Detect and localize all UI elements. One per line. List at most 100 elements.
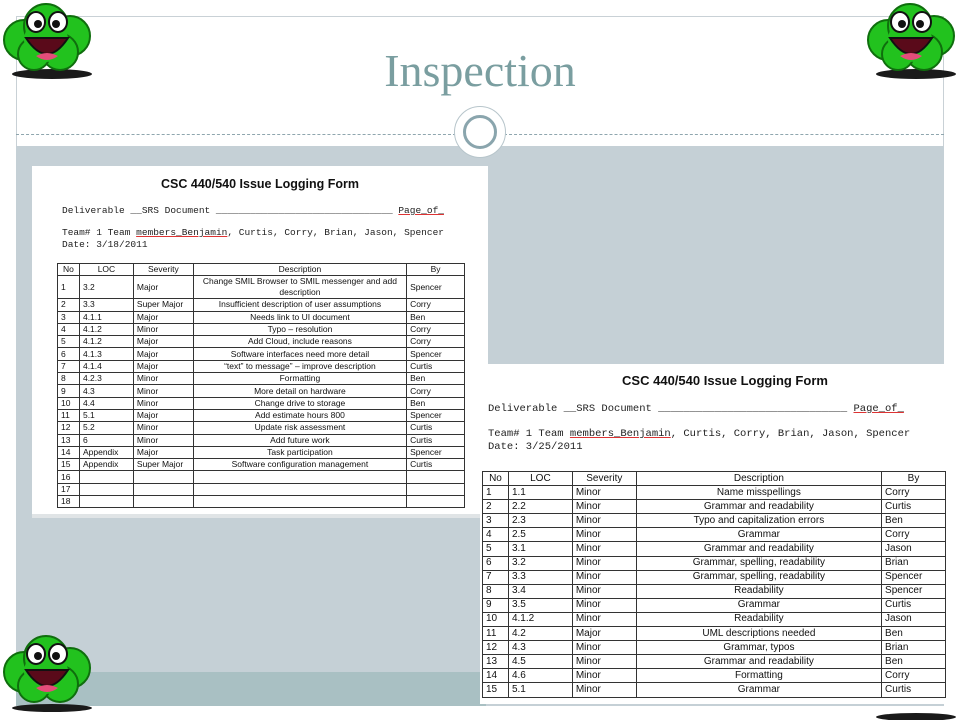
table-cell — [78, 482, 134, 497]
table-cell: Ben — [406, 396, 465, 410]
table-cell: 8 — [482, 583, 509, 599]
table-cell — [192, 495, 408, 509]
table-cell: Corry — [881, 527, 946, 543]
table-cell: Corry — [881, 485, 946, 501]
table-row: 10 4.1.2 Minor Readability Jason — [482, 611, 946, 628]
table-cell: Minor — [571, 597, 637, 613]
page-of-label: Page_of_ — [853, 403, 904, 415]
table-row: 8 3.4 Minor Readability Spencer — [482, 583, 946, 599]
table-cell: Jason — [881, 611, 946, 628]
table-cell: Curtis — [881, 499, 946, 515]
table-cell: Grammar — [635, 597, 883, 613]
table-cell: 4.1.1 — [78, 310, 134, 324]
table-row: 17 — [57, 482, 465, 497]
table-cell: Minor — [571, 513, 637, 529]
table-cell: 5.2 — [78, 421, 134, 435]
table-cell — [406, 482, 465, 497]
table-cell: Spencer — [881, 569, 946, 585]
table-cell: Minor — [132, 372, 194, 386]
table-cell — [132, 470, 194, 484]
table-cell: Change SMIL Browser to SMIL messenger an… — [192, 275, 408, 300]
table-cell: Minor — [571, 682, 637, 698]
table-row: 1 3.2 Major Change SMIL Browser to SMIL mes… — [57, 275, 465, 300]
table-cell: Grammar and readability — [635, 541, 883, 557]
table-cell: 4 — [57, 322, 80, 337]
table-cell — [192, 470, 408, 484]
table-cell: Minor — [571, 640, 637, 656]
table-cell: Spencer — [406, 347, 465, 361]
table-row: 13 4.5 Minor Grammar and readability Ben — [482, 654, 946, 670]
table-cell: 4.3 — [78, 384, 134, 398]
table-cell: 13 — [482, 654, 509, 670]
table-cell: Major — [132, 359, 194, 374]
table-cell: Corry — [881, 668, 946, 684]
table-cell: 2 — [57, 298, 80, 312]
table-cell: Minor — [571, 583, 637, 599]
table-cell — [132, 482, 194, 497]
table-cell: 3.5 — [507, 597, 573, 613]
table-cell: Minor — [132, 433, 194, 447]
table-row: 4 4.1.2 Minor Typo – resolution Corry — [57, 322, 465, 337]
table-cell: Ben — [881, 626, 946, 642]
table-cell: 4.1.2 — [507, 611, 573, 628]
table-cell: Super Major — [132, 458, 194, 472]
table-cell: Minor — [132, 322, 194, 337]
table-cell: 2.5 — [507, 527, 573, 543]
table-cell: Ben — [881, 513, 946, 529]
column-header: No — [482, 470, 509, 487]
team-line: Team# 1 Team members_Benjamin, Curtis, C… — [62, 227, 444, 238]
table-cell: Corry — [406, 384, 465, 398]
table-row: 18 — [57, 495, 465, 509]
table-cell: Appendix — [78, 458, 134, 472]
table-cell: 17 — [57, 482, 80, 497]
table-cell: Minor — [571, 541, 637, 557]
table-header-row: No LOC Severity Description By — [57, 262, 465, 277]
table-cell: 1 — [57, 275, 80, 300]
table-cell: 16 — [57, 470, 80, 484]
table-row: 12 5.2 Minor Update risk assessment Curtis — [57, 421, 465, 435]
table-row: 7 4.1.4 Major “text” to message” – improve … — [57, 359, 465, 374]
table-cell: Typo – resolution — [192, 322, 408, 337]
table-cell: 2.2 — [507, 499, 573, 515]
table-cell: “text” to message” – improve description — [192, 359, 408, 374]
table-cell: Major — [132, 347, 194, 361]
table-cell: Minor — [132, 421, 194, 435]
table-cell: 7 — [482, 569, 509, 585]
form-date: Date: 3/25/2011 — [488, 441, 583, 453]
table-cell: Jason — [881, 541, 946, 557]
table-cell: 11 — [57, 408, 80, 423]
table-cell: Curtis — [881, 597, 946, 613]
table-cell: 1 — [482, 485, 509, 501]
table-cell: 4 — [482, 527, 509, 543]
table-cell: 4.1.2 — [78, 335, 134, 349]
table-row: 1 1.1 Minor Name misspellings Corry — [482, 485, 946, 501]
table-row: 5 4.1.2 Major Add Cloud, include reasons Cor… — [57, 335, 465, 349]
smiling-cloud-icon — [867, 3, 956, 79]
table-cell: Spencer — [406, 445, 465, 460]
team-members-word: members_Benjamin — [569, 428, 671, 440]
smiling-cloud-icon — [3, 635, 92, 712]
table-cell: Needs link to UI document — [192, 310, 408, 324]
table-row: 14 Appendix Major Task participation Spencer — [57, 445, 465, 460]
column-header: LOC — [78, 262, 134, 277]
table-cell: Minor — [571, 555, 637, 571]
table-cell: Curtis — [406, 433, 465, 447]
deliverable-line: Deliverable __SRS Document _____________… — [62, 205, 444, 216]
column-header: Description — [635, 470, 883, 487]
table-cell: Software configuration management — [192, 458, 408, 472]
column-header: No — [57, 262, 80, 277]
table-cell: Major — [132, 335, 194, 349]
table-cell: 6 — [57, 347, 80, 361]
issue-logging-form-1: CSC 440/540 Issue Logging Form Deliverab… — [32, 166, 488, 518]
table-cell: Grammar — [635, 527, 883, 543]
form-title: CSC 440/540 Issue Logging Form — [161, 177, 359, 191]
table-cell: Corry — [406, 335, 465, 349]
table-cell: 13 — [57, 433, 80, 447]
table-cell: 12 — [482, 640, 509, 656]
table-cell: Change drive to storage — [192, 396, 408, 410]
table-cell: Curtis — [406, 421, 465, 435]
table-cell: 4.5 — [507, 654, 573, 670]
table-cell: 3.3 — [507, 569, 573, 585]
table-cell — [406, 495, 465, 509]
table-cell: 5.1 — [78, 408, 134, 423]
